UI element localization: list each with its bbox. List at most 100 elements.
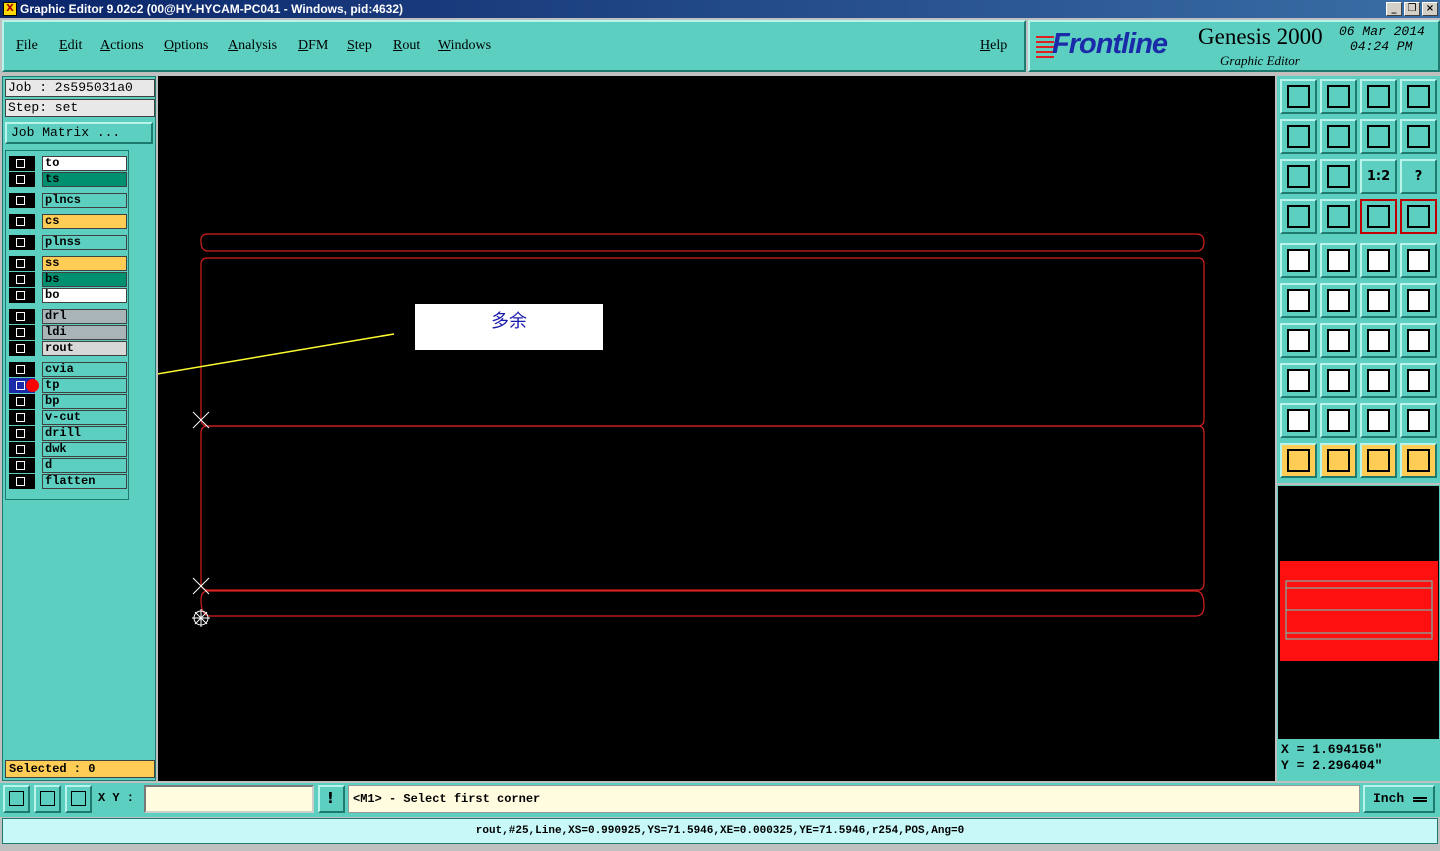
layer-checkbox[interactable] <box>9 325 35 340</box>
maximize-button[interactable]: ❐ <box>1404 2 1420 16</box>
layer-name[interactable]: drl <box>42 309 127 324</box>
layer-name[interactable]: plncs <box>42 193 127 208</box>
grid-snap-button[interactable] <box>65 785 92 813</box>
layer-name[interactable]: flatten <box>42 474 127 489</box>
layer-row-bs[interactable]: bs <box>9 272 127 287</box>
pointer-box-tool[interactable] <box>1320 443 1357 478</box>
layer-row-cs[interactable]: cs <box>9 214 127 229</box>
layer-checkbox[interactable] <box>9 193 35 208</box>
scale-1-2-tool[interactable]: 1:2 <box>1360 159 1397 194</box>
unit-selector[interactable]: Inch <box>1363 785 1435 813</box>
layer-name[interactable]: ts <box>42 172 127 187</box>
layer-checkbox[interactable] <box>9 410 35 425</box>
layer-row-ts[interactable]: ts <box>9 172 127 187</box>
layer-checkbox[interactable] <box>9 214 35 229</box>
zoom-down-tool[interactable] <box>1320 79 1357 114</box>
home-tool[interactable] <box>1360 79 1397 114</box>
zoom-home-tool[interactable] <box>1280 79 1317 114</box>
measure-tri-tool[interactable] <box>1280 403 1317 438</box>
layer-checkbox[interactable] <box>9 235 35 250</box>
graphic-canvas[interactable] <box>158 76 1275 781</box>
layer-row-dwk[interactable]: dwk <box>9 442 127 457</box>
layer-row-tp[interactable]: tp <box>9 378 127 393</box>
layer-row-rout[interactable]: rout <box>9 341 127 356</box>
line-red-tool[interactable] <box>1320 363 1357 398</box>
help-tool[interactable]: ? <box>1400 159 1437 194</box>
menu-help[interactable]: Help <box>980 38 1007 54</box>
layer-checkbox[interactable] <box>9 362 35 377</box>
minimize-button[interactable]: _ <box>1386 2 1402 16</box>
cross-tool[interactable] <box>1320 283 1357 318</box>
layer-row-cvia[interactable]: cvia <box>9 362 127 377</box>
point-red-tool[interactable] <box>1360 283 1397 318</box>
job-matrix-button[interactable]: Job Matrix ... <box>5 122 153 144</box>
layer-name[interactable]: d <box>42 458 127 473</box>
pad-move-tool[interactable] <box>1280 363 1317 398</box>
layer-row-ldi[interactable]: ldi <box>9 325 127 340</box>
layer-row-d[interactable]: d <box>9 458 127 473</box>
fit-tool[interactable] <box>1280 159 1317 194</box>
pointer-tool[interactable] <box>1280 443 1317 478</box>
layer-name[interactable]: bo <box>42 288 127 303</box>
layer-checkbox[interactable] <box>9 156 35 171</box>
layer-name[interactable]: drill <box>42 426 127 441</box>
layer-row-ss[interactable]: ss <box>9 256 127 271</box>
route-tool[interactable] <box>1400 443 1437 478</box>
tools-tool[interactable] <box>1280 199 1317 234</box>
overview-window[interactable] <box>1277 485 1440 740</box>
rotate-tool[interactable] <box>1360 323 1397 358</box>
measure-ab-tool[interactable] <box>1360 403 1397 438</box>
layer-checkbox[interactable] <box>9 288 35 303</box>
swap-tool[interactable] <box>1360 119 1397 154</box>
menu-actions[interactable]: Actions <box>100 38 144 54</box>
net-red-tool[interactable] <box>1360 199 1397 234</box>
angle-snap-button[interactable] <box>34 785 61 813</box>
pad-tool[interactable] <box>1400 243 1437 278</box>
layer-name[interactable]: ss <box>42 256 127 271</box>
layer-row-bp[interactable]: bp <box>9 394 127 409</box>
menu-step[interactable]: Step <box>347 38 372 54</box>
edit-shape-tool[interactable] <box>1320 243 1357 278</box>
connect-tool[interactable] <box>1280 283 1317 318</box>
menu-dfm[interactable]: DFM <box>298 38 328 54</box>
layer-name[interactable]: cvia <box>42 362 127 377</box>
layer-checkbox[interactable] <box>9 272 35 287</box>
dimension-tool[interactable] <box>1360 363 1397 398</box>
layer-checkbox[interactable] <box>9 426 35 441</box>
pan-right-tool[interactable] <box>1320 119 1357 154</box>
menu-analysis[interactable]: Analysis <box>228 38 277 54</box>
mirror-tool[interactable] <box>1400 323 1437 358</box>
layer-row-flatten[interactable]: flatten <box>9 474 127 489</box>
layer-row-to[interactable]: to <box>9 156 127 171</box>
measure-a-tool[interactable] <box>1320 403 1357 438</box>
layer-name[interactable]: cs <box>42 214 127 229</box>
menu-rout[interactable]: Rout <box>393 38 420 54</box>
line-tool[interactable] <box>1320 323 1357 358</box>
menu-edit[interactable]: Edit <box>59 38 82 54</box>
menu-file[interactable]: File <box>16 38 38 54</box>
ruler-tool[interactable] <box>1360 243 1397 278</box>
layer-checkbox[interactable] <box>9 442 35 457</box>
menu-options[interactable]: Options <box>164 38 208 54</box>
snapshot-tool[interactable] <box>1280 243 1317 278</box>
point-red2-tool[interactable] <box>1400 283 1437 318</box>
layer-row-drl[interactable]: drl <box>9 309 127 324</box>
layer-checkbox[interactable] <box>9 172 35 187</box>
layer-checkbox[interactable] <box>9 458 35 473</box>
grid-tool[interactable] <box>1320 199 1357 234</box>
alert-button[interactable]: ! <box>318 785 345 813</box>
menu-windows[interactable]: Windows <box>438 38 491 54</box>
layer-row-drill[interactable]: drill <box>9 426 127 441</box>
layer-name[interactable]: to <box>42 156 127 171</box>
window-tool[interactable] <box>1400 79 1437 114</box>
layer-row-v-cut[interactable]: v-cut <box>9 410 127 425</box>
snap-button[interactable] <box>3 785 30 813</box>
layer-checkbox[interactable] <box>9 256 35 271</box>
measure-c-tool[interactable] <box>1400 403 1437 438</box>
group-tool[interactable] <box>1400 363 1437 398</box>
angle-tool[interactable] <box>1280 323 1317 358</box>
layer-name[interactable]: ldi <box>42 325 127 340</box>
layer-name[interactable]: bp <box>42 394 127 409</box>
layer-name[interactable]: rout <box>42 341 127 356</box>
layer-checkbox[interactable] <box>9 394 35 409</box>
